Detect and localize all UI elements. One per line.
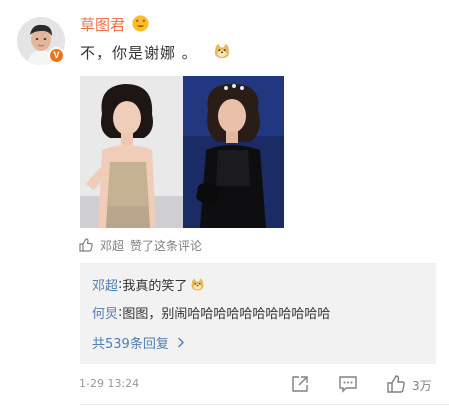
reply-item: 邓超 : 我真的笑了: [92, 275, 205, 294]
comment-photo[interactable]: [80, 76, 284, 228]
verified-badge: V: [48, 47, 65, 64]
comment-text: 不，你是谢娜 。: [80, 44, 198, 62]
reply-preview-box[interactable]: 邓超 : 我真的笑了 何炅 : 图图，别闹哈哈哈哈哈哈哈哈哈哈哈 共539条回复: [80, 263, 436, 364]
heart-eyes-emoji-icon: [132, 15, 149, 32]
reply-author[interactable]: 邓超: [92, 275, 118, 294]
liker-name[interactable]: 邓超: [100, 237, 124, 254]
share-icon[interactable]: [290, 374, 310, 394]
doge-emoji-icon: [214, 43, 230, 59]
like-icon[interactable]: [386, 374, 406, 394]
comment-timestamp: 1-29 13:24: [79, 377, 140, 390]
like-count: 3万: [412, 379, 432, 393]
chevron-right-icon: [177, 337, 184, 348]
doge-emoji-icon: [191, 278, 204, 291]
reply-text: 图图，别闹哈哈哈哈哈哈哈哈哈哈哈: [122, 307, 331, 322]
divider: [80, 404, 449, 405]
reply-text: 我真的笑了: [122, 279, 188, 294]
view-all-replies-label: 共539条回复: [92, 337, 169, 352]
thumbs-up-icon: [79, 238, 93, 252]
view-all-replies-link[interactable]: 共539条回复: [92, 333, 185, 352]
liked-label: 赞了这条评论: [130, 238, 203, 253]
reply-item: 何炅 : 图图，别闹哈哈哈哈哈哈哈哈哈哈哈: [92, 303, 330, 322]
comment-icon[interactable]: [338, 374, 358, 394]
reply-author[interactable]: 何炅: [92, 303, 118, 322]
liked-by-row: 邓超 赞了这条评论: [78, 236, 202, 254]
username[interactable]: 草图君: [80, 14, 125, 35]
